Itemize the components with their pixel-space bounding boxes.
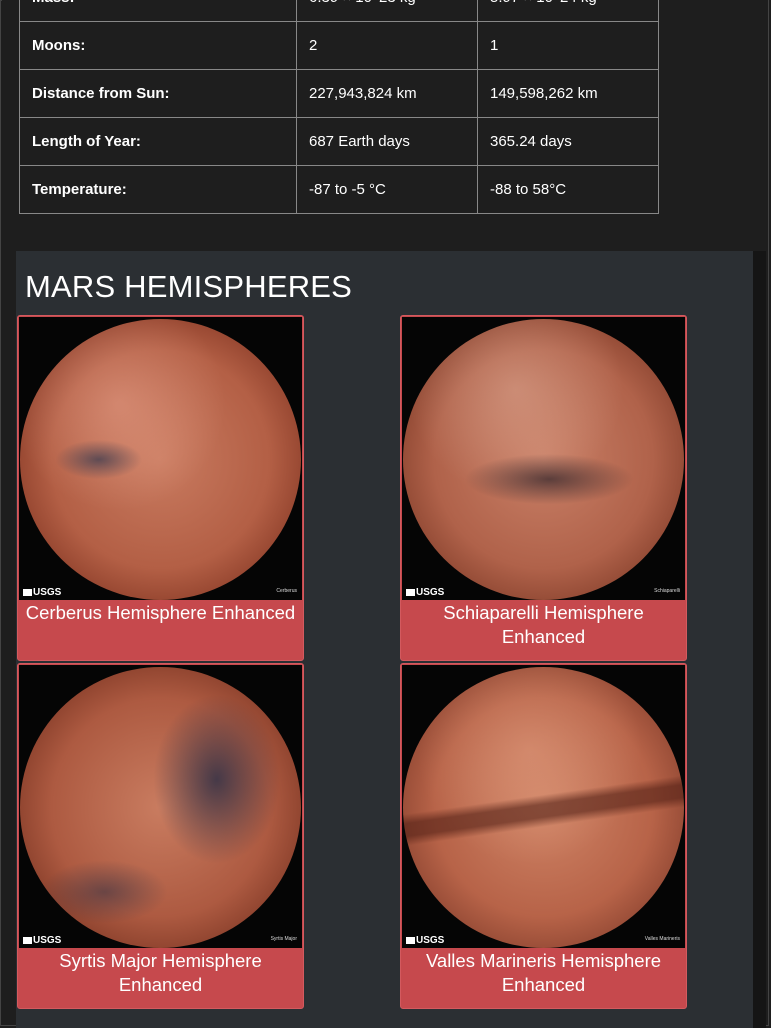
hemisphere-image[interactable]: USGS Cerberus: [19, 317, 302, 600]
mars-value: 227,943,824 km: [296, 69, 478, 118]
hemisphere-image[interactable]: USGS Valles Marineris: [402, 665, 685, 948]
table-row: Mass: 6.39 × 10^23 kg 5.97 × 10^24 kg: [19, 0, 659, 22]
fact-label: Temperature:: [19, 165, 297, 214]
mars-value: 687 Earth days: [296, 117, 478, 166]
usgs-logo: USGS: [406, 935, 444, 946]
earth-value: 365.24 days: [477, 117, 659, 166]
hemisphere-image[interactable]: USGS Schiaparelli: [402, 317, 685, 600]
mars-value: -87 to -5 °C: [296, 165, 478, 214]
image-label: Valles Marineris: [644, 936, 680, 942]
planet-photo: [20, 319, 301, 600]
usgs-logo: USGS: [23, 935, 61, 946]
usgs-logo: USGS: [23, 587, 61, 598]
image-label: Cerberus: [276, 588, 297, 594]
usgs-logo: USGS: [406, 587, 444, 598]
planet-photo: [403, 667, 684, 948]
mars-value: 2: [296, 21, 478, 70]
earth-value: 149,598,262 km: [477, 69, 659, 118]
fact-label: Distance from Sun:: [19, 69, 297, 118]
table-row: Length of Year: 687 Earth days 365.24 da…: [19, 117, 659, 166]
mars-facts-panel: Mass: 6.39 × 10^23 kg 5.97 × 10^24 kg Mo…: [2, 0, 768, 250]
image-label: Schiaparelli: [654, 588, 680, 594]
mars-facts-table: Mass: 6.39 × 10^23 kg 5.97 × 10^24 kg Mo…: [19, 0, 659, 214]
earth-value: 1: [477, 21, 659, 70]
hemisphere-caption[interactable]: Cerberus Hemisphere Enhanced: [18, 601, 303, 625]
planet-photo: [403, 319, 684, 600]
fact-label: Length of Year:: [19, 117, 297, 166]
hemisphere-card-syrtis-major[interactable]: USGS Syrtis Major Syrtis Major Hemispher…: [17, 663, 304, 1009]
fact-label: Moons:: [19, 21, 297, 70]
table-row: Distance from Sun: 227,943,824 km 149,59…: [19, 69, 659, 118]
section-title: MARS HEMISPHERES: [25, 269, 353, 304]
hemisphere-caption[interactable]: Valles Marineris Hemisphere Enhanced: [401, 949, 686, 997]
hemisphere-caption[interactable]: Schiaparelli Hemisphere Enhanced: [401, 601, 686, 649]
image-label: Syrtis Major: [270, 936, 297, 942]
earth-value: -88 to 58°C: [477, 165, 659, 214]
hemisphere-card-valles-marineris[interactable]: USGS Valles Marineris Valles Marineris H…: [400, 663, 687, 1009]
hemisphere-card-cerberus[interactable]: USGS Cerberus Cerberus Hemisphere Enhanc…: [17, 315, 304, 661]
table-row: Moons: 2 1: [19, 21, 659, 70]
hemisphere-caption[interactable]: Syrtis Major Hemisphere Enhanced: [18, 949, 303, 997]
fact-label: Mass:: [19, 0, 297, 22]
earth-value: 5.97 × 10^24 kg: [477, 0, 659, 22]
scrollbar[interactable]: [753, 251, 766, 1028]
hemispheres-section: MARS HEMISPHERES USGS Cerberus Cerberus …: [16, 251, 753, 1028]
mars-value: 6.39 × 10^23 kg: [296, 0, 478, 22]
table-row: Temperature: -87 to -5 °C -88 to 58°C: [19, 165, 659, 214]
hemisphere-image[interactable]: USGS Syrtis Major: [19, 665, 302, 948]
hemisphere-card-schiaparelli[interactable]: USGS Schiaparelli Schiaparelli Hemispher…: [400, 315, 687, 661]
planet-photo: [20, 667, 301, 948]
